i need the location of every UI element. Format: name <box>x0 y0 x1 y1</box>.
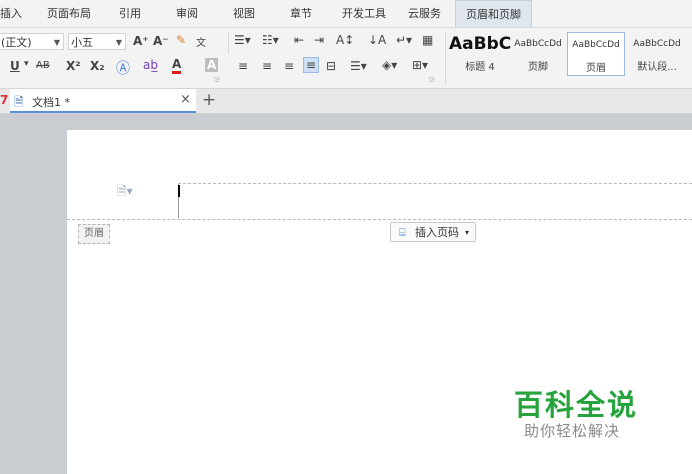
chevron-down-icon[interactable]: ▾ <box>24 59 29 69</box>
style-default-paragraph[interactable]: AaBbCcDd 默认段... <box>628 32 686 76</box>
subscript-button[interactable]: X₂ <box>90 59 105 73</box>
style-heading4[interactable]: AaBbC 标题 4 <box>449 32 511 76</box>
fill-shading-icon[interactable]: ◈▾ <box>382 58 397 72</box>
menu-header-footer[interactable]: 页眉和页脚 <box>455 0 532 27</box>
header-label: 页眉 <box>78 224 110 244</box>
font-size-combo[interactable]: 小五 ▼ <box>68 33 126 50</box>
divider <box>445 32 446 84</box>
paragraph-dialog-launcher-icon[interactable]: ◲ <box>429 76 435 83</box>
style-name: 页眉 <box>586 63 606 74</box>
tab-title: 文档1 * <box>32 96 70 109</box>
justify-icon[interactable]: ≡ <box>303 57 320 73</box>
tab-marker: 7 <box>0 93 9 107</box>
style-name: 标题 4 <box>465 62 495 73</box>
show-marks-icon[interactable]: ↵▾ <box>396 33 412 47</box>
page-options-icon[interactable]: 🗎▾ <box>117 182 133 203</box>
document-icon: 🗎 <box>14 95 24 109</box>
style-footer[interactable]: AaBbCcDd 页脚 <box>510 32 566 76</box>
menu-cloud[interactable]: 云服务 <box>408 0 441 27</box>
font-size-value: 小五 <box>71 36 93 49</box>
header-bottom-boundary <box>67 219 692 220</box>
chevron-down-icon: ▼ <box>53 38 60 47</box>
numbered-list-icon[interactable]: ☷▾ <box>262 33 279 47</box>
font-color-icon[interactable]: A <box>172 58 182 74</box>
table-icon[interactable]: ▦ <box>422 33 433 47</box>
style-name: 页脚 <box>528 62 548 73</box>
menu-insert[interactable]: 插入 <box>0 0 22 27</box>
line-spacing-icon[interactable]: ☰▾ <box>350 59 367 73</box>
text-effect-icon[interactable]: Ⓐ <box>116 58 130 78</box>
menu-view[interactable]: 视图 <box>233 0 255 27</box>
chevron-down-icon: ▾ <box>465 228 470 237</box>
align-left-icon[interactable]: ≡ <box>238 59 248 73</box>
superscript-button[interactable]: X² <box>66 59 81 73</box>
insert-page-number-label: 插入页码 <box>415 226 459 239</box>
increase-indent-icon[interactable]: ⇥ <box>314 33 324 47</box>
menu-section[interactable]: 章节 <box>290 0 312 27</box>
align-center-icon[interactable]: ≡ <box>262 59 272 73</box>
shrink-font-icon[interactable]: A⁻ <box>153 34 169 48</box>
watermark-subtitle: 助你轻松解决 <box>524 422 621 440</box>
ribbon-toolbar: (正文) ▼ 小五 ▼ A⁺ A⁻ ✎ 文 ☰▾ ☷▾ ⇤ ⇥ A↕ ↓A ↵▾ ▦… <box>0 28 692 89</box>
char-shading-icon[interactable]: A <box>205 58 219 72</box>
distributed-align-icon[interactable]: ⊟ <box>326 59 336 73</box>
header-top-boundary <box>178 183 692 184</box>
strikethrough-button[interactable]: AB <box>36 60 50 71</box>
sort-icon[interactable]: ↓A <box>368 33 386 47</box>
style-sample: AaBbC <box>449 34 512 54</box>
text-cursor <box>178 185 180 197</box>
style-name: 默认段... <box>637 62 677 73</box>
font-name-value: (正文) <box>1 36 32 49</box>
character-spacing-icon[interactable]: A↕ <box>336 33 354 47</box>
align-right-icon[interactable]: ≡ <box>284 59 294 73</box>
decrease-indent-icon[interactable]: ⇤ <box>294 33 304 47</box>
border-icon[interactable]: ⊞▾ <box>412 58 428 72</box>
style-sample: AaBbCcDd <box>514 39 562 49</box>
highlight-icon[interactable]: ab̲ <box>143 58 158 72</box>
menu-review[interactable]: 审阅 <box>176 0 198 27</box>
clear-format-icon[interactable]: ✎ <box>176 33 186 47</box>
menu-references[interactable]: 引用 <box>119 0 141 27</box>
menu-page-layout[interactable]: 页面布局 <box>47 0 91 27</box>
chevron-down-icon: ▼ <box>115 38 122 47</box>
style-header-selected[interactable]: AaBbCcDd 页眉 <box>567 32 625 76</box>
menu-developer[interactable]: 开发工具 <box>342 0 386 27</box>
insert-page-number-button[interactable]: ⌸ 插入页码 ▾ <box>390 222 476 242</box>
style-sample: AaBbCcDd <box>572 40 620 50</box>
style-sample: AaBbCcDd <box>633 39 681 49</box>
phonetic-guide-icon[interactable]: 文 <box>196 34 206 49</box>
page-number-icon: ⌸ <box>399 226 406 239</box>
menu-bar: 插入 页面布局 引用 审阅 视图 章节 开发工具 云服务 页眉和页脚 <box>0 0 692 28</box>
divider <box>228 32 229 54</box>
grow-font-icon[interactable]: A⁺ <box>133 34 149 48</box>
document-tab-bar: 7 🗎 文档1 * × + <box>0 89 692 114</box>
underline-button[interactable]: U <box>10 59 20 73</box>
new-tab-icon[interactable]: + <box>202 90 216 110</box>
watermark-title: 百科全说 <box>514 388 639 422</box>
font-name-combo[interactable]: (正文) ▼ <box>0 33 64 50</box>
font-dialog-launcher-icon[interactable]: ◲ <box>214 76 220 83</box>
tab-document1[interactable]: 🗎 文档1 * × <box>10 89 196 113</box>
bullet-list-icon[interactable]: ☰▾ <box>234 33 251 47</box>
close-icon[interactable]: × <box>180 92 191 107</box>
